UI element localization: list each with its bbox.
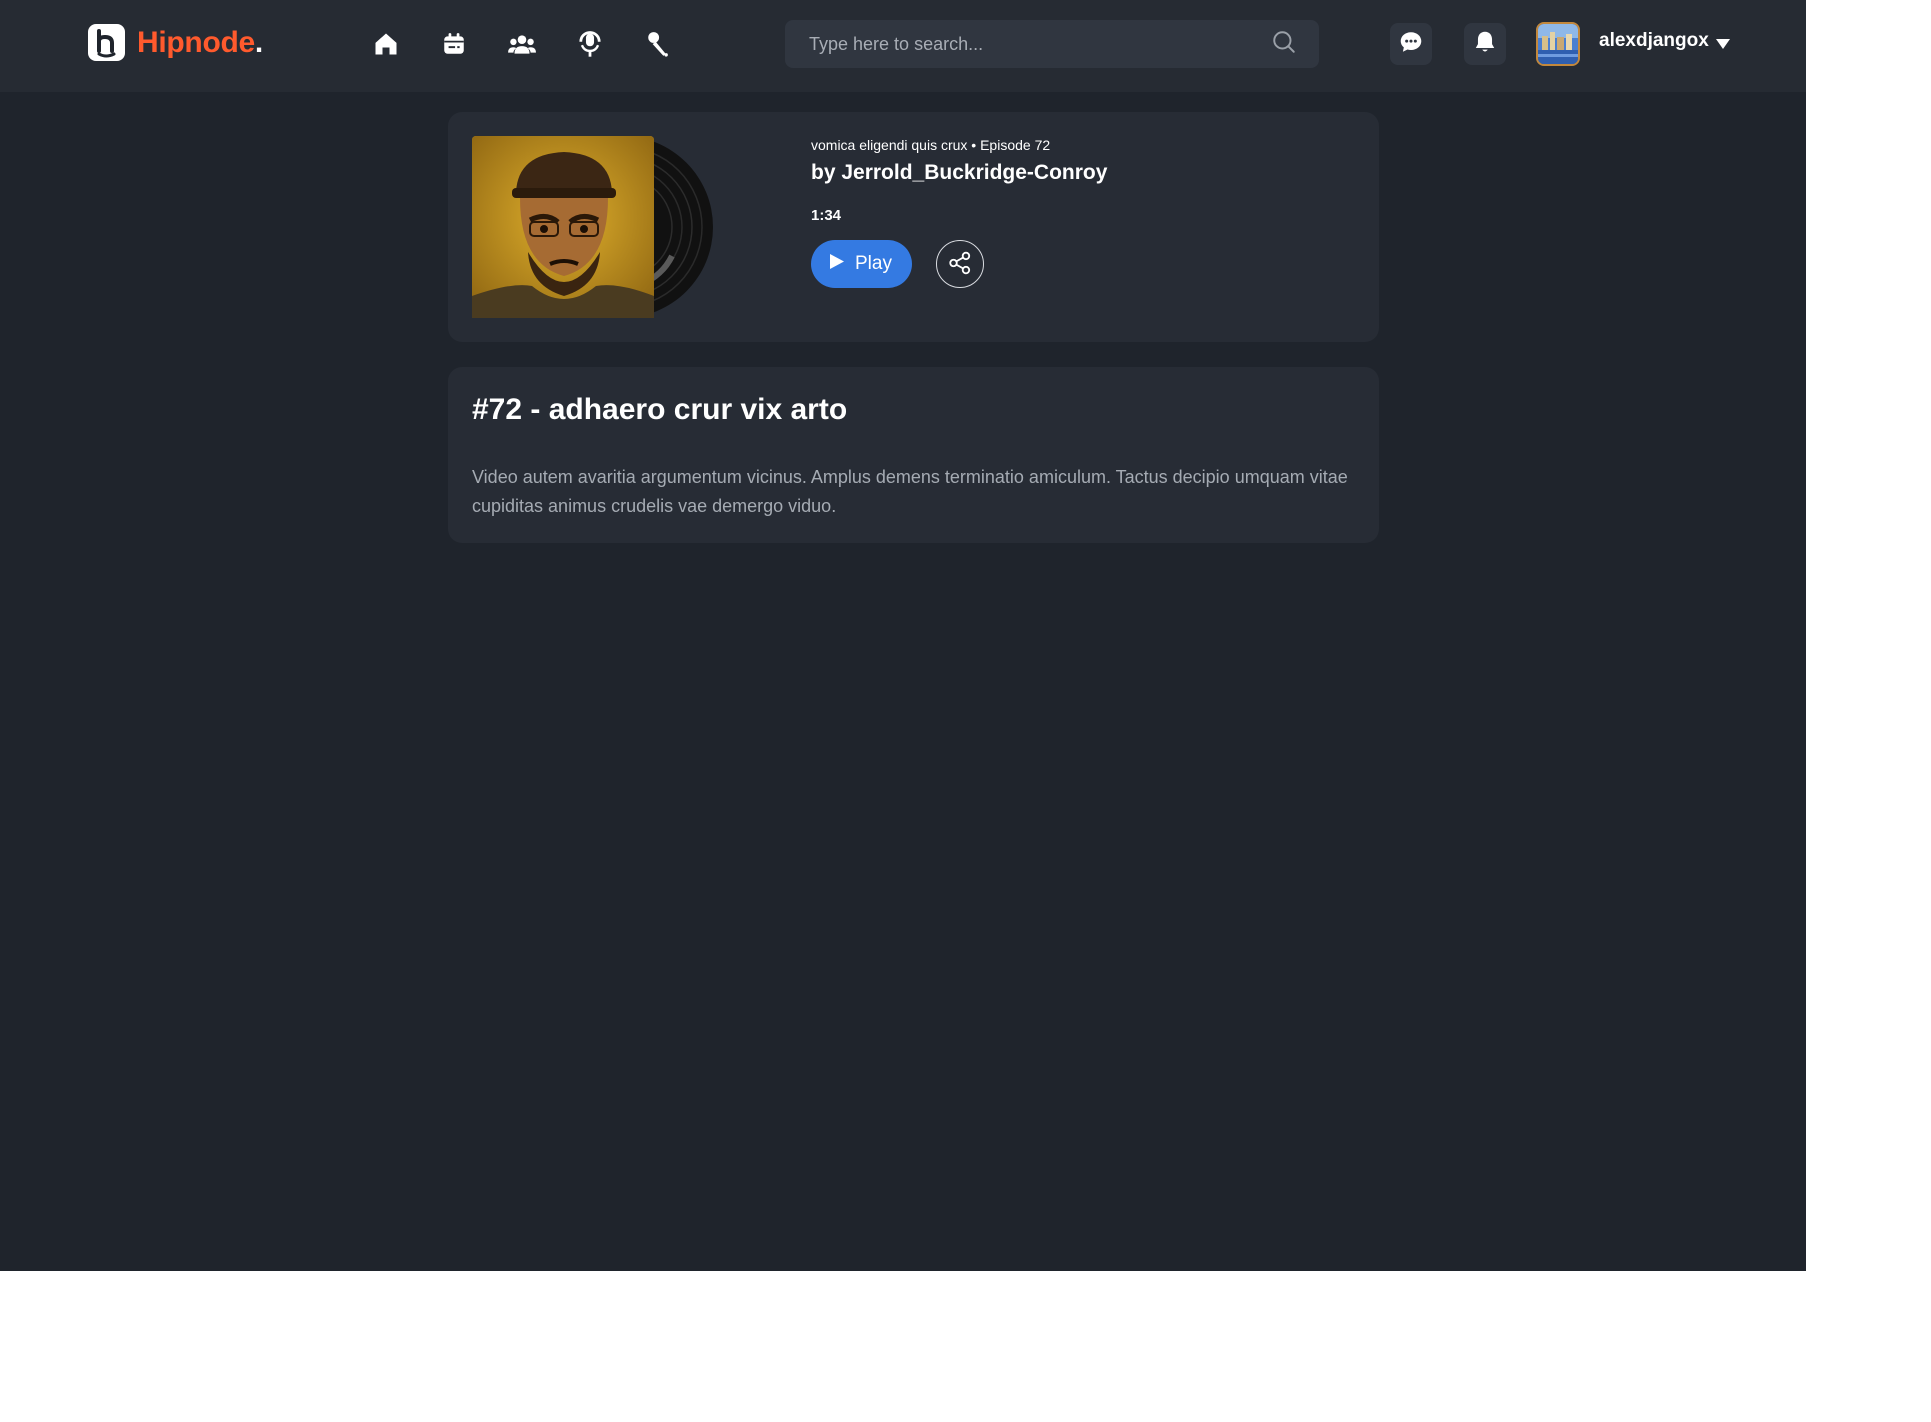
messages-button[interactable] xyxy=(1390,23,1432,65)
app-root: Hipnode. Type here to search... alexdjan… xyxy=(0,0,1806,1271)
search-bar xyxy=(785,20,1319,68)
share-button[interactable] xyxy=(935,240,984,288)
podcast-cover-image xyxy=(472,136,654,318)
episode-actions: Play xyxy=(811,240,1107,288)
logo[interactable]: Hipnode. xyxy=(88,24,263,61)
user-avatar[interactable] xyxy=(1536,22,1580,66)
notifications-button[interactable] xyxy=(1464,23,1506,65)
episode-description: Video autem avaritia argumentum vicinus.… xyxy=(472,467,1348,516)
episode-title: #72 - adhaero crur vix arto xyxy=(472,393,848,426)
nav-interview-icon[interactable] xyxy=(642,26,674,62)
episode-duration: 1:34 xyxy=(811,207,842,224)
nav-groups-icon[interactable] xyxy=(506,26,538,62)
bell-icon xyxy=(1472,29,1498,60)
share-icon xyxy=(947,250,973,279)
vinyl-record-icon xyxy=(472,136,713,318)
nav-home-icon[interactable] xyxy=(370,26,402,62)
chat-bubble-icon xyxy=(1398,29,1424,60)
nav-calendar-icon[interactable] xyxy=(438,26,470,62)
play-button[interactable]: Play xyxy=(811,240,912,288)
logo-text: Hipnode. xyxy=(137,25,263,59)
play-button-label: Play xyxy=(855,253,892,274)
nav-podcast-icon[interactable] xyxy=(574,26,606,62)
username[interactable]: alexdjangox xyxy=(1599,30,1709,52)
chevron-down-icon[interactable] xyxy=(1716,36,1730,54)
episode-show-info: vomica eligendi quis crux • Episode 72 xyxy=(811,137,1051,153)
top-navigation-bar: Hipnode. Type here to search... alexdjan… xyxy=(0,0,1806,92)
episode-artwork xyxy=(472,136,722,318)
play-icon xyxy=(829,253,845,276)
search-icon[interactable] xyxy=(1271,29,1297,60)
logo-mark-icon xyxy=(88,24,125,61)
episode-meta: vomica eligendi quis crux • Episode 72 b… xyxy=(811,137,1107,288)
episode-author[interactable]: by Jerrold_Buckridge-Conroy xyxy=(811,161,1107,185)
episode-details-card: #72 - adhaero crur vix arto Video autem … xyxy=(448,367,1379,543)
main-nav xyxy=(370,26,674,62)
search-input[interactable] xyxy=(809,33,1271,55)
episode-player-card: vomica eligendi quis crux • Episode 72 b… xyxy=(448,112,1379,342)
